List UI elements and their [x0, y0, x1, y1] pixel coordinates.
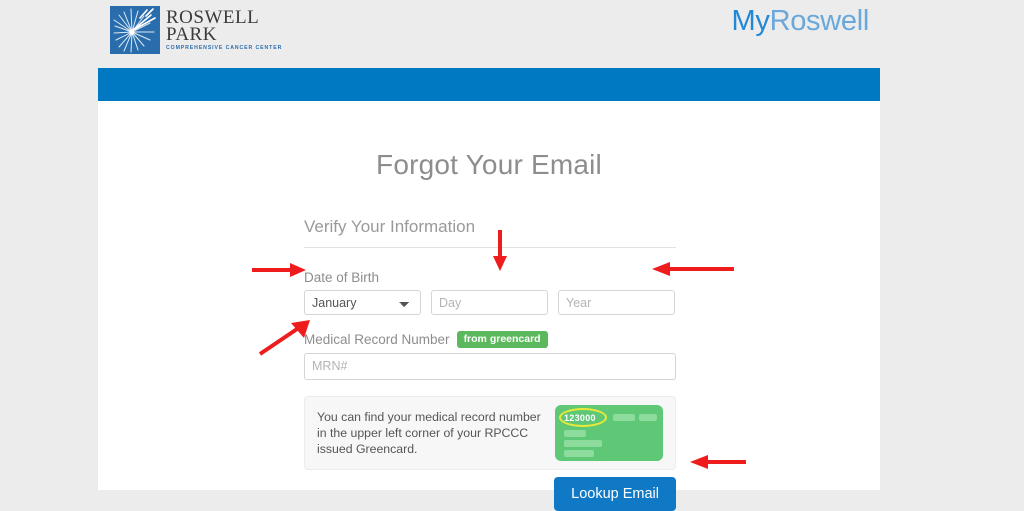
greencard-redacted-bar — [639, 413, 657, 421]
arrow-to-month-select — [252, 262, 308, 278]
section-title: Verify Your Information — [304, 217, 676, 248]
card-body: Forgot Your Email Verify Your Informatio… — [98, 101, 880, 511]
logo-line-2: PARK — [166, 24, 217, 45]
logo-wordmark: ROSWELL PARK COMPREHENSIVE CANCER CENTER — [166, 6, 282, 51]
content-card: Forgot Your Email Verify Your Informatio… — [98, 68, 880, 511]
arrow-to-year-field — [650, 261, 734, 277]
mrn-help-box: You can find your medical record number … — [304, 395, 676, 470]
mrn-label-row: Medical Record Number from greencard — [304, 331, 676, 348]
birth-day-input[interactable] — [431, 290, 548, 315]
verify-form: Verify Your Information Date of Birth Ja… — [304, 217, 676, 470]
arrow-to-lookup-button — [690, 454, 746, 470]
page-header: ROSWELL PARK COMPREHENSIVE CANCER CENTER… — [0, 0, 1024, 68]
starburst-logo-icon — [110, 6, 160, 54]
date-of-birth-label: Date of Birth — [304, 270, 380, 285]
medical-record-number-block: Medical Record Number from greencard — [304, 331, 676, 380]
greencard-redacted-bar — [564, 449, 594, 457]
logo-tagline: COMPREHENSIVE CANCER CENTER — [166, 45, 283, 51]
greencard-number: 123000 — [564, 412, 596, 423]
submit-row: Lookup Email — [304, 477, 676, 511]
mrn-label: Medical Record Number — [304, 331, 450, 347]
greencard-redacted-bar — [564, 439, 602, 447]
greencard-redacted-bar — [564, 429, 586, 437]
date-of-birth-row: January — [304, 290, 676, 315]
brand-prefix: My — [731, 5, 770, 37]
arrow-to-mrn-field — [258, 318, 312, 356]
birth-year-input[interactable] — [558, 290, 675, 315]
mrn-help-text: You can find your medical record number … — [317, 409, 541, 456]
brand-suffix: Roswell — [769, 5, 870, 37]
roswell-park-logo[interactable]: ROSWELL PARK COMPREHENSIVE CANCER CENTER — [110, 6, 282, 54]
page-title: Forgot Your Email — [376, 149, 602, 180]
myroswell-brand[interactable]: MyRoswell — [732, 5, 870, 38]
mrn-input[interactable] — [304, 352, 676, 380]
card-banner — [98, 68, 880, 101]
lookup-email-button[interactable]: Lookup Email — [554, 477, 676, 511]
birth-month-select[interactable]: January — [304, 290, 421, 315]
greencard-redacted-bar — [613, 413, 635, 421]
arrow-to-day-field — [492, 230, 508, 272]
greencard-illustration-icon: 123000 — [555, 404, 663, 461]
from-greencard-badge: from greencard — [456, 331, 548, 348]
